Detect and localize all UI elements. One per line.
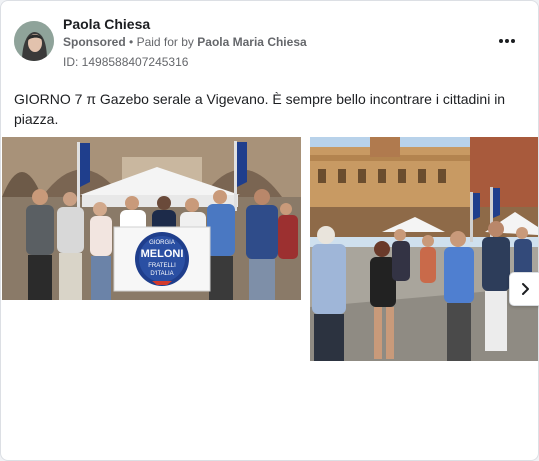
sponsored-line: Sponsored • Paid for by Paola Maria Chie…: [63, 35, 307, 49]
carousel-next-button[interactable]: [509, 272, 539, 306]
banner-line-4: D'ITALIA: [150, 271, 173, 277]
more-horizontal-icon: [499, 39, 503, 43]
payer-name[interactable]: Paola Maria Chiesa: [197, 35, 306, 49]
carousel-photo-2[interactable]: [310, 137, 538, 361]
banner-line-2: MELONI: [141, 248, 184, 260]
carousel-photo-1[interactable]: GIORGIA MELONI FRATELLI D'ITALIA: [2, 137, 301, 300]
ad-id: ID: 1498588407245316: [63, 55, 189, 69]
advertiser-avatar[interactable]: [14, 21, 54, 61]
advertiser-name[interactable]: Paola Chiesa: [63, 16, 150, 32]
banner-line-3: FRATELLI: [148, 263, 176, 269]
ad-card: Paola Chiesa Sponsored • Paid for by Pao…: [0, 0, 539, 461]
chevron-right-icon: [522, 283, 529, 295]
sponsored-label: Sponsored: [63, 35, 126, 49]
banner-line-1: GIORGIA: [149, 240, 175, 246]
ad-body-text: GIORNO 7 π Gazebo serale a Vigevano. È s…: [14, 91, 506, 127]
separator-dot: •: [129, 35, 134, 49]
paid-for-text: Paid for by: [136, 35, 194, 49]
more-options-button[interactable]: [494, 31, 520, 51]
